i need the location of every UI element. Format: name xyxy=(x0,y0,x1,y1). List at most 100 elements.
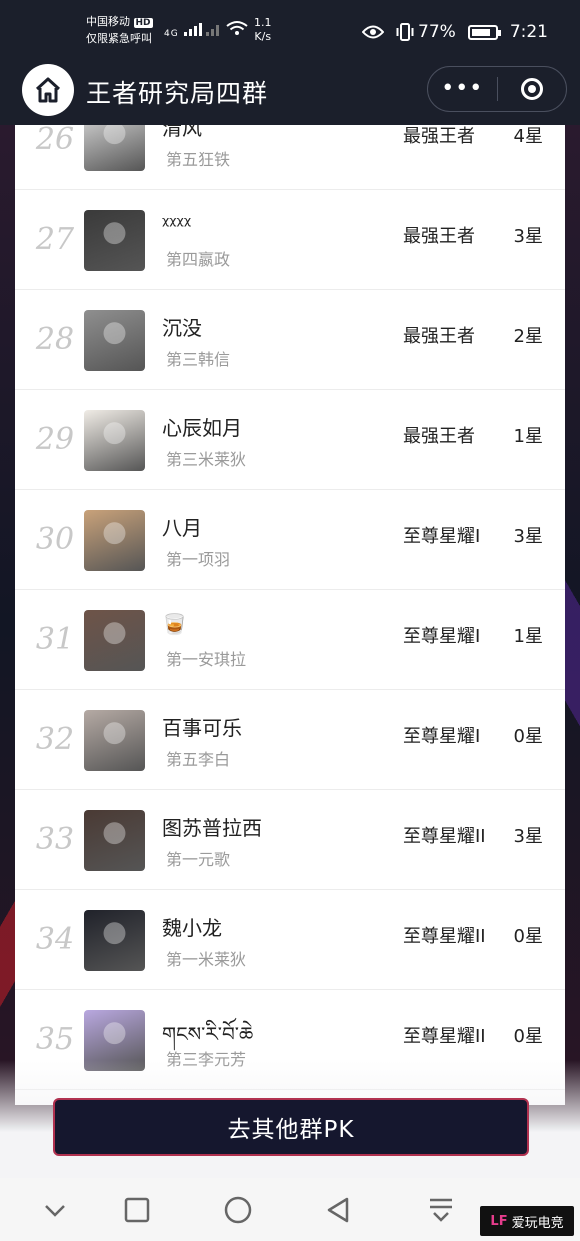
avatar xyxy=(84,710,145,771)
ranking-list: 26 清风 第五狂铁 最强王者 4星 27 ᵡᵡᵡᵡ 第四嬴政 最强王者 3星 … xyxy=(15,125,565,1105)
pull-down-icon[interactable] xyxy=(425,1194,457,1226)
signal-icon xyxy=(183,23,219,36)
home-button[interactable] xyxy=(22,64,74,116)
avatar xyxy=(84,210,145,271)
ranking-row[interactable]: 34 魏小龙 第一米莱狄 至尊星耀II 0星 xyxy=(15,890,565,990)
star-count: 0星 xyxy=(513,1026,543,1047)
recent-apps-icon[interactable] xyxy=(121,1194,153,1226)
rank-number: 32 xyxy=(35,722,75,757)
player-name: 八月 xyxy=(162,516,202,540)
hero-rank: 第一安琪拉 xyxy=(166,650,247,669)
player-name: 图苏普拉西 xyxy=(162,816,262,840)
avatar xyxy=(84,610,145,671)
ranking-row[interactable]: 33 图苏普拉西 第一元歌 至尊星耀II 3星 xyxy=(15,790,565,890)
hero-rank: 第五狂铁 xyxy=(166,150,231,169)
rank-number: 35 xyxy=(35,1022,75,1057)
clock: 7:21 xyxy=(509,22,548,42)
hero-rank: 第三韩信 xyxy=(166,350,231,369)
hero-rank: 第四嬴政 xyxy=(166,250,231,269)
status-bar: 中国移动 HD 仅限紧急呼叫 4G 1.1 K/s 77% 7:21 xyxy=(0,0,580,60)
star-count: 3星 xyxy=(513,526,543,547)
hero-rank: 第一元歌 xyxy=(166,850,231,869)
player-name: 百事可乐 xyxy=(162,716,242,740)
tier-label: 至尊星耀I xyxy=(403,626,481,647)
hero-rank: 第三米莱狄 xyxy=(166,450,247,469)
page-title: 王者研究局四群 xyxy=(86,79,269,108)
star-count: 3星 xyxy=(513,226,543,247)
rank-number: 30 xyxy=(35,522,75,557)
hero-rank: 第一米莱狄 xyxy=(166,950,247,969)
tier-label: 最强王者 xyxy=(403,226,475,247)
star-count: 3星 xyxy=(513,826,543,847)
star-count: 1星 xyxy=(513,626,543,647)
ranking-row[interactable]: 26 清风 第五狂铁 最强王者 4星 xyxy=(15,125,565,190)
home-circle-icon[interactable] xyxy=(222,1194,254,1226)
close-miniprogram-button[interactable] xyxy=(498,67,567,111)
avatar xyxy=(84,310,145,371)
chevron-down-icon[interactable] xyxy=(39,1194,71,1226)
vibrate-icon xyxy=(396,23,414,41)
rank-number: 34 xyxy=(35,922,75,957)
player-name: 心辰如月 xyxy=(162,416,242,440)
tier-label: 至尊星耀II xyxy=(403,926,486,947)
hero-rank: 第五李白 xyxy=(166,750,231,769)
network-speed: 1.1 K/s xyxy=(254,16,272,44)
rank-number: 26 xyxy=(35,125,75,157)
watermark-text: 爱玩电竞 xyxy=(511,1215,564,1231)
ranking-row[interactable]: 31 🥃 第一安琪拉 至尊星耀I 1星 xyxy=(15,590,565,690)
ranking-row[interactable]: 30 八月 第一项羽 至尊星耀I 3星 xyxy=(15,490,565,590)
player-name: ᵡᵡᵡᵡ xyxy=(162,212,192,236)
eye-icon xyxy=(362,25,385,39)
battery-percent: 77% xyxy=(418,22,456,42)
status-right: 77% 7:21 xyxy=(362,22,548,42)
carrier-info: 中国移动 HD 仅限紧急呼叫 xyxy=(86,14,153,47)
hd-badge: HD xyxy=(133,18,153,28)
back-triangle-icon[interactable] xyxy=(323,1194,355,1226)
title-bar: 王者研究局四群 ••• xyxy=(0,60,580,124)
avatar xyxy=(84,810,145,871)
player-name: 魏小龙 xyxy=(162,916,222,940)
battery-icon xyxy=(467,24,501,40)
rank-number: 28 xyxy=(35,322,75,357)
tier-label: 最强王者 xyxy=(403,326,475,347)
wifi-icon xyxy=(226,21,248,35)
tier-label: 最强王者 xyxy=(403,126,475,147)
tier-label: 至尊星耀II xyxy=(403,826,486,847)
rank-number: 33 xyxy=(35,822,75,857)
tier-label: 至尊星耀II xyxy=(403,1026,486,1047)
target-circle-icon xyxy=(520,78,543,100)
network-type: 4G xyxy=(164,29,179,39)
star-count: 0星 xyxy=(513,926,543,947)
home-icon xyxy=(35,77,61,103)
tier-label: 至尊星耀I xyxy=(403,526,481,547)
tier-label: 最强王者 xyxy=(403,426,475,447)
avatar xyxy=(84,410,145,471)
star-count: 1星 xyxy=(513,426,543,447)
hero-rank: 第一项羽 xyxy=(166,550,231,569)
player-name: 沉没 xyxy=(162,316,202,340)
player-name: 清风 xyxy=(162,125,202,140)
ranking-row[interactable]: 28 沉没 第三韩信 最强王者 2星 xyxy=(15,290,565,390)
star-count: 0星 xyxy=(513,726,543,747)
speed-value: 1.1 xyxy=(254,16,272,29)
avatar xyxy=(84,910,145,971)
emergency-text: 仅限紧急呼叫 xyxy=(86,32,152,45)
watermark-lf: LF xyxy=(490,1213,508,1229)
rank-number: 29 xyxy=(35,422,75,457)
signal-icons: 4G xyxy=(164,20,248,39)
rank-number: 31 xyxy=(35,622,75,657)
ranking-row[interactable]: 32 百事可乐 第五李白 至尊星耀I 0星 xyxy=(15,690,565,790)
more-button[interactable]: ••• xyxy=(428,67,497,111)
watermark-logo: LF 爱玩电竞 xyxy=(480,1206,574,1236)
star-count: 2星 xyxy=(513,326,543,347)
speed-unit: K/s xyxy=(254,30,272,43)
tier-label: 至尊星耀I xyxy=(403,726,481,747)
miniprogram-capsule: ••• xyxy=(427,66,567,112)
more-dots-icon: ••• xyxy=(441,76,484,101)
ranking-row[interactable]: 29 心辰如月 第三米莱狄 最强王者 1星 xyxy=(15,390,565,490)
player-name: 🥃 xyxy=(162,612,187,636)
avatar xyxy=(84,125,145,171)
star-count: 4星 xyxy=(513,126,543,147)
ranking-row[interactable]: 27 ᵡᵡᵡᵡ 第四嬴政 最强王者 3星 xyxy=(15,190,565,290)
pk-other-groups-button[interactable]: 去其他群PK xyxy=(53,1098,529,1156)
